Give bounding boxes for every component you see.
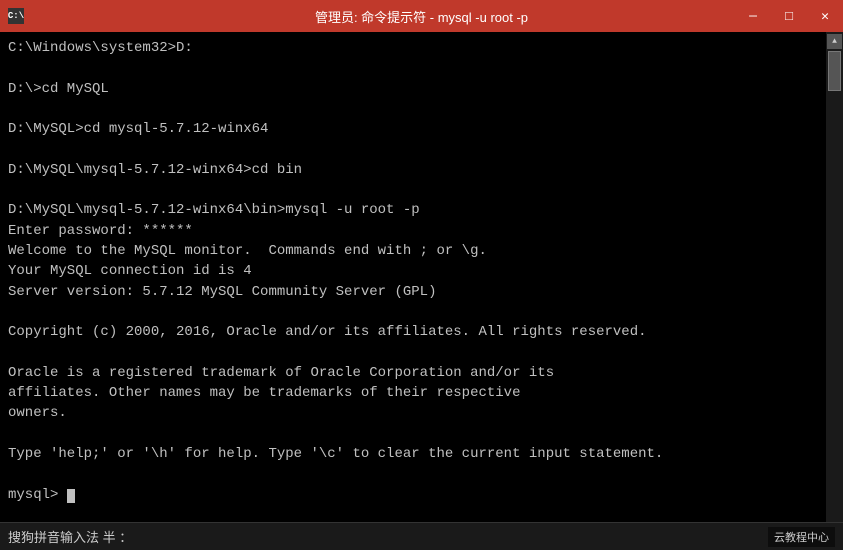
minimize-button[interactable]: ─ [735,0,771,32]
title-bar-left: C:\ [8,8,24,24]
title-bar-buttons: ─ □ ✕ [735,0,843,32]
window-icon: C:\ [8,8,24,24]
scroll-thumb[interactable] [828,51,841,91]
restore-button[interactable]: □ [771,0,807,32]
window-body: C:\Windows\system32>D: D:\>cd MySQL D:\M… [0,32,843,522]
scroll-up-arrow[interactable]: ▲ [827,34,842,49]
terminal-output[interactable]: C:\Windows\system32>D: D:\>cd MySQL D:\M… [0,32,826,522]
scrollbar[interactable]: ▲ [826,32,843,522]
cursor [67,489,75,503]
window: C:\ 管理员: 命令提示符 - mysql -u root -p ─ □ ✕ … [0,0,843,550]
title-bar-title: 管理员: 命令提示符 - mysql -u root -p [315,7,528,26]
watermark-text: 云教程中心 [768,527,835,547]
bottom-bar: 搜狗拼音输入法 半 ： 云教程中心 [0,522,843,550]
close-button[interactable]: ✕ [807,0,843,32]
title-bar: C:\ 管理员: 命令提示符 - mysql -u root -p ─ □ ✕ [0,0,843,32]
ime-indicator: 搜狗拼音输入法 半 ： [8,527,132,546]
